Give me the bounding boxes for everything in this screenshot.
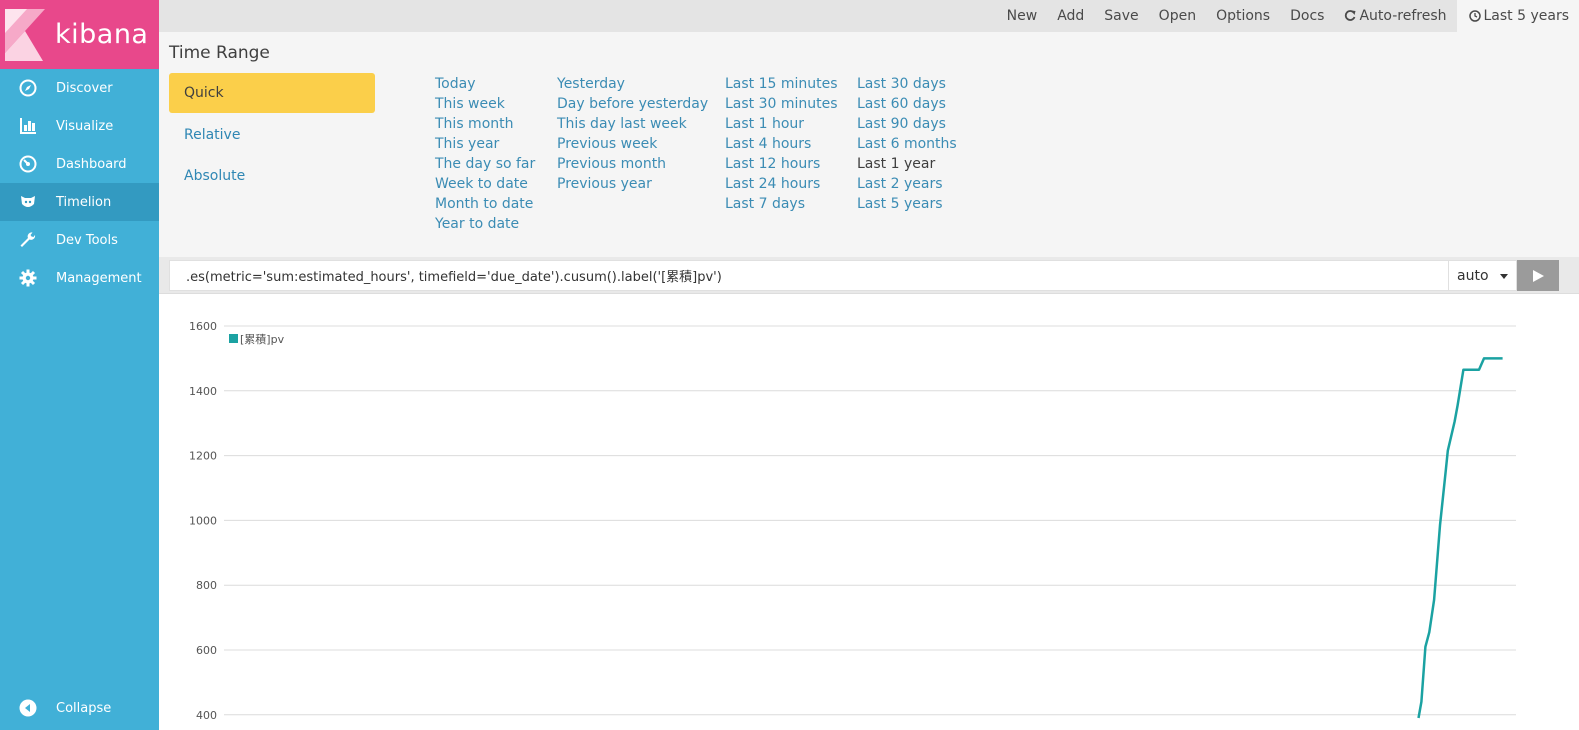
quick-yesterday[interactable]: Yesterday xyxy=(557,74,708,94)
quick-column-3: Last 15 minutes Last 30 minutes Last 1 h… xyxy=(725,74,838,214)
kibana-logo-icon xyxy=(5,8,45,61)
expression-input[interactable]: .es(metric='sum:estimated_hours', timefi… xyxy=(169,260,1449,291)
quick-last-60-days[interactable]: Last 60 days xyxy=(857,94,957,114)
y-tick-label: 800 xyxy=(196,579,217,592)
kibana-logo[interactable]: kibana xyxy=(0,0,159,69)
sidebar-item-dev-tools[interactable]: Dev Tools xyxy=(0,221,159,259)
mode-quick[interactable]: Quick xyxy=(169,73,375,113)
quick-last-1-year[interactable]: Last 1 year xyxy=(857,154,957,174)
new-button[interactable]: New xyxy=(997,0,1048,32)
y-tick-label: 1200 xyxy=(189,450,217,463)
sidebar-item-label: Discover xyxy=(56,80,113,96)
quick-month-to-date[interactable]: Month to date xyxy=(435,194,535,214)
sidebar-item-visualize[interactable]: Visualize xyxy=(0,107,159,145)
quick-this-week[interactable]: This week xyxy=(435,94,535,114)
sidebar-item-discover[interactable]: Discover xyxy=(0,69,159,107)
wrench-icon xyxy=(18,230,38,250)
timelion-chart: 400 600 800 1000 1200 1400 1600 [累積]pv xyxy=(159,294,1579,730)
options-button[interactable]: Options xyxy=(1206,0,1280,32)
sidebar-item-timelion[interactable]: Timelion xyxy=(0,183,159,221)
quick-this-month[interactable]: This month xyxy=(435,114,535,134)
play-icon xyxy=(1533,269,1544,282)
legend-label[interactable]: [累積]pv xyxy=(240,332,285,346)
quick-last-30-minutes[interactable]: Last 30 minutes xyxy=(725,94,838,114)
quick-last-24-hours[interactable]: Last 24 hours xyxy=(725,174,838,194)
y-tick-label: 1600 xyxy=(189,320,217,333)
quick-day-so-far[interactable]: The day so far xyxy=(435,154,535,174)
docs-button[interactable]: Docs xyxy=(1280,0,1334,32)
time-range-panel: Time Range Quick Relative Absolute Today… xyxy=(159,32,1579,257)
clock-icon xyxy=(1468,10,1481,22)
time-picker-label: Last 5 years xyxy=(1483,8,1570,24)
legend-swatch[interactable] xyxy=(229,334,238,343)
add-button[interactable]: Add xyxy=(1047,0,1094,32)
quick-previous-week[interactable]: Previous week xyxy=(557,134,708,154)
chart-grid xyxy=(224,325,1516,716)
quick-this-day-last-week[interactable]: This day last week xyxy=(557,114,708,134)
sidebar-item-label: Visualize xyxy=(56,118,114,134)
quick-previous-month[interactable]: Previous month xyxy=(557,154,708,174)
mode-absolute[interactable]: Absolute xyxy=(169,156,375,196)
y-tick-label: 1000 xyxy=(189,514,217,527)
refresh-icon xyxy=(1345,10,1356,21)
quick-last-1-hour[interactable]: Last 1 hour xyxy=(725,114,838,134)
timelion-icon xyxy=(18,192,38,212)
quick-column-2: Yesterday Day before yesterday This day … xyxy=(557,74,708,194)
sidebar-item-label: Timelion xyxy=(56,194,112,210)
quick-today[interactable]: Today xyxy=(435,74,535,94)
quick-last-2-years[interactable]: Last 2 years xyxy=(857,174,957,194)
chevron-down-icon xyxy=(1500,274,1508,279)
app-name: kibana xyxy=(55,19,149,50)
save-button[interactable]: Save xyxy=(1094,0,1148,32)
chart-svg: 400 600 800 1000 1200 1400 1600 [累積]pv xyxy=(189,320,1516,722)
open-button[interactable]: Open xyxy=(1149,0,1206,32)
quick-column-4: Last 30 days Last 60 days Last 90 days L… xyxy=(857,74,957,214)
collapse-button[interactable]: Collapse xyxy=(0,692,159,724)
sidebar-item-dashboard[interactable]: Dashboard xyxy=(0,145,159,183)
quick-last-30-days[interactable]: Last 30 days xyxy=(857,74,957,94)
auto-refresh-label: Auto-refresh xyxy=(1359,8,1447,24)
quick-last-90-days[interactable]: Last 90 days xyxy=(857,114,957,134)
top-nav: New Add Save Open Options Docs Auto-refr… xyxy=(159,0,1579,32)
sidebar-item-label: Dev Tools xyxy=(56,232,118,248)
quick-column-1: Today This week This month This year The… xyxy=(435,74,535,234)
y-tick-label: 400 xyxy=(196,709,217,722)
sidebar-item-management[interactable]: Management xyxy=(0,259,159,297)
quick-last-7-days[interactable]: Last 7 days xyxy=(725,194,838,214)
run-button[interactable] xyxy=(1517,260,1559,291)
interval-value: auto xyxy=(1457,267,1489,284)
sidebar: kibana Discover Visualize Dashboard Time… xyxy=(0,0,159,730)
y-tick-label: 1400 xyxy=(189,385,217,398)
quick-previous-year[interactable]: Previous year xyxy=(557,174,708,194)
mode-relative[interactable]: Relative xyxy=(169,115,375,155)
series-line xyxy=(1417,357,1503,719)
quick-year-to-date[interactable]: Year to date xyxy=(435,214,535,234)
compass-icon xyxy=(18,78,38,98)
quick-this-year[interactable]: This year xyxy=(435,134,535,154)
sidebar-item-label: Dashboard xyxy=(56,156,127,172)
collapse-label: Collapse xyxy=(56,700,112,716)
time-picker-button[interactable]: Last 5 years xyxy=(1456,0,1579,32)
collapse-icon xyxy=(18,698,38,718)
quick-day-before-yesterday[interactable]: Day before yesterday xyxy=(557,94,708,114)
expression-bar: .es(metric='sum:estimated_hours', timefi… xyxy=(159,257,1579,294)
auto-refresh-button[interactable]: Auto-refresh xyxy=(1334,0,1456,32)
sidebar-item-label: Management xyxy=(56,270,142,286)
interval-select[interactable]: auto xyxy=(1448,260,1517,291)
quick-last-4-hours[interactable]: Last 4 hours xyxy=(725,134,838,154)
y-axis: 400 600 800 1000 1200 1400 1600 xyxy=(189,320,217,722)
quick-last-6-months[interactable]: Last 6 months xyxy=(857,134,957,154)
bar-chart-icon xyxy=(18,116,38,136)
quick-last-15-minutes[interactable]: Last 15 minutes xyxy=(725,74,838,94)
quick-week-to-date[interactable]: Week to date xyxy=(435,174,535,194)
y-tick-label: 600 xyxy=(196,644,217,657)
quick-last-5-years[interactable]: Last 5 years xyxy=(857,194,957,214)
quick-last-12-hours[interactable]: Last 12 hours xyxy=(725,154,838,174)
gear-icon xyxy=(18,268,38,288)
dashboard-icon xyxy=(18,154,38,174)
time-range-title: Time Range xyxy=(169,43,270,63)
